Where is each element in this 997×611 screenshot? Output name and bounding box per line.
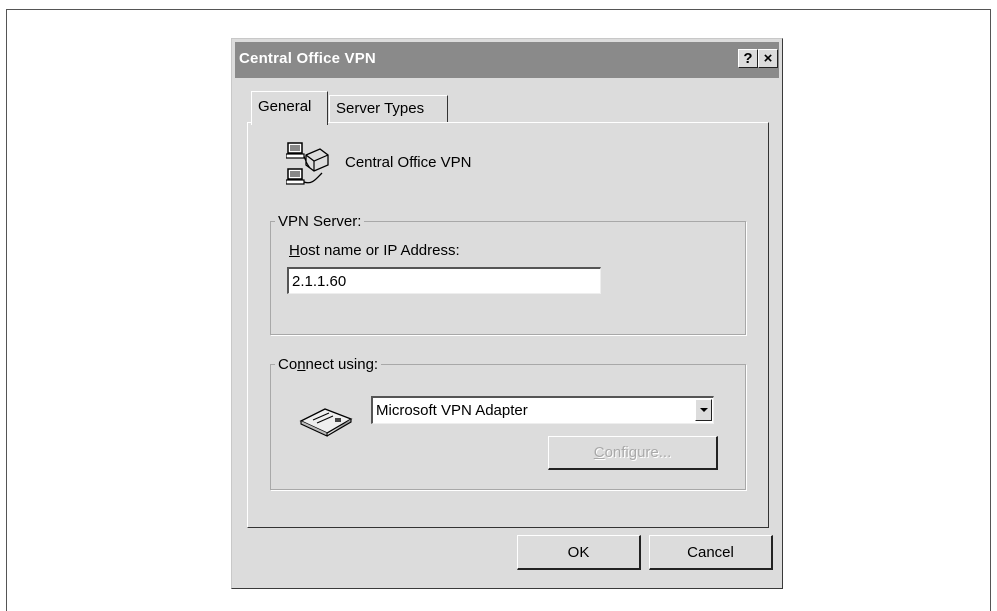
page-frame-right <box>990 9 991 611</box>
host-label-text: ost name or IP Address: <box>299 242 460 259</box>
adapter-select[interactable]: Microsoft VPN Adapter <box>371 396 714 424</box>
adapter-select-value: Microsoft VPN Adapter <box>376 402 528 419</box>
vpn-server-group: VPN Server: Host name or IP Address: <box>270 213 746 335</box>
cancel-button[interactable]: Cancel <box>649 535 773 570</box>
connection-name: Central Office VPN <box>345 154 472 171</box>
network-adapter-icon <box>299 408 353 437</box>
connect-using-legend: Connect using: <box>275 356 381 373</box>
configure-label-text: onfigure... <box>604 444 672 461</box>
vpn-properties-dialog: Central Office VPN ? × General Server Ty… <box>231 38 783 589</box>
host-label-mnemonic: H <box>289 242 300 259</box>
general-tab-panel: Central Office VPN VPN Server: Host name… <box>247 122 769 528</box>
tab-server-types[interactable]: Server Types <box>329 95 448 123</box>
tab-general[interactable]: General <box>251 91 328 125</box>
help-button[interactable]: ? <box>738 49 758 68</box>
page-frame-top <box>6 9 991 10</box>
dropdown-arrow-icon[interactable] <box>695 399 712 421</box>
close-button[interactable]: × <box>758 49 778 68</box>
dialog-title: Central Office VPN <box>239 50 376 67</box>
title-bar[interactable]: Central Office VPN ? × <box>235 42 779 78</box>
connect-label-mnemonic: n <box>297 356 306 373</box>
page-frame-left <box>6 9 7 611</box>
vpn-server-legend: VPN Server: <box>278 213 362 230</box>
connect-using-group: Connect using: Microsoft VPN Adapter Con… <box>270 356 746 490</box>
dial-up-networking-icon <box>286 142 329 185</box>
configure-button[interactable]: Configure... <box>548 436 718 470</box>
connect-label-after: nect using: <box>305 356 379 373</box>
connect-label-before: Co <box>278 356 298 373</box>
host-label: Host name or IP Address: <box>289 242 460 259</box>
host-address-input[interactable] <box>287 267 601 294</box>
configure-label-mnemonic: C <box>593 444 605 461</box>
ok-button[interactable]: OK <box>517 535 641 570</box>
